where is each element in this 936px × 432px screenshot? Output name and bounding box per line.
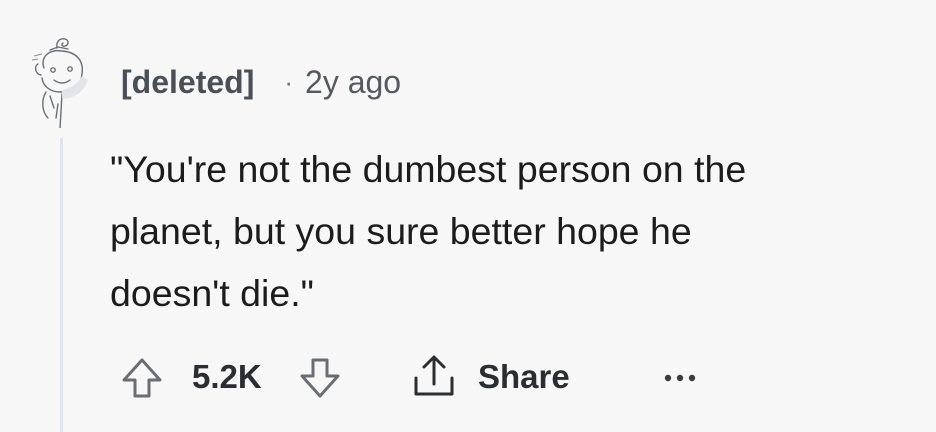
comment-body: "You're not the dumbest person on the pl… <box>110 148 747 314</box>
avatar[interactable] <box>32 34 94 128</box>
meta-separator: · <box>284 66 294 97</box>
share-icon <box>414 355 454 396</box>
comment-header: [deleted] · 2y ago <box>121 62 401 102</box>
share-button[interactable]: Share <box>408 352 570 402</box>
comment-action-bar: 5.2K Share <box>0 350 936 406</box>
upvote-arrow-icon[interactable] <box>120 356 164 400</box>
downvote-arrow-icon[interactable] <box>298 356 342 400</box>
share-label: Share <box>478 358 570 395</box>
comment-author[interactable]: [deleted] <box>121 64 254 101</box>
vote-score: 5.2K <box>192 358 262 395</box>
more-options-icon[interactable] <box>660 360 700 396</box>
comment-timestamp[interactable]: 2y ago <box>305 64 401 101</box>
